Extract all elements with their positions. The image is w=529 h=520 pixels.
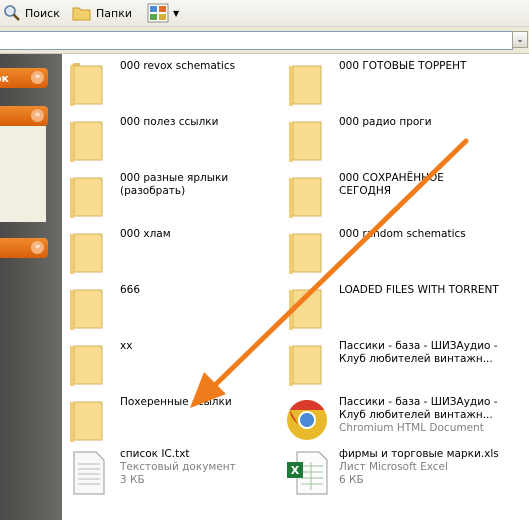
file-name: 000 revox schematics [120,60,236,72]
expand-chevron-icon[interactable]: » [31,241,44,254]
folder-item[interactable]: LOADED FILES WITH TORRENT [283,284,499,340]
task-section-panel [0,126,46,222]
file-name: LOADED FILES WITH TORRENT [339,284,499,296]
address-dropdown-button[interactable]: ⌄ [512,31,528,48]
file-name: список IC.txt [120,448,190,460]
file-type: Лист Microsoft Excel [339,461,448,473]
file-name: xx [120,340,133,352]
folder-icon [70,401,103,442]
file-name: 000 random schematics [339,228,466,240]
file-name: 666 [120,284,141,296]
file-name: 000 полез ссылки [120,116,219,128]
file-name: 000 разные ярлыки (разобрать) [120,172,229,197]
file-name: 000 ГОТОВЫЕ ТОРРЕНТ [339,60,467,72]
views-button[interactable]: ▼ [147,2,179,24]
folder-item[interactable]: 000 ГОТОВЫЕ ТОРРЕНТ [283,60,498,116]
folder-item[interactable]: 000 СОХРАНЁННОЕ СЕГОДНЯ [283,172,498,228]
folders-button[interactable]: Папки [72,2,132,24]
toolbar: Поиск Папки ▼ [0,0,529,27]
folder-icon [289,177,322,218]
collapse-chevron-icon[interactable]: « [31,109,44,122]
folder-item[interactable]: Похеренные ссылки [64,396,279,452]
task-pane: ок » « » [0,54,62,520]
task-section-label: ок [0,71,10,85]
excel-document-icon: X [287,451,328,495]
text-document-icon [73,451,105,495]
html-file-item[interactable]: Пассики - база - ШИЗАудио - Клуб любител… [283,396,498,452]
svg-text:X: X [291,464,300,477]
address-field[interactable] [0,31,513,50]
folder-icon [70,177,103,218]
file-name: 000 хлам [120,228,171,240]
expand-chevron-icon[interactable]: » [31,71,44,84]
search-button[interactable]: Поиск [3,2,60,24]
search-label: Поиск [25,6,60,20]
folder-icon [70,63,103,106]
file-type: Chromium HTML Document [339,422,484,434]
chevron-down-icon: ⌄ [516,34,524,45]
file-name: 000 радио проги [339,116,432,128]
text-file-item[interactable]: список IC.txt Текстовый документ 3 КБ [64,448,279,504]
file-type: Текстовый документ [120,461,236,473]
file-name: Пассики - база - ШИЗАудио - Клуб любител… [339,340,498,365]
folder-icon [70,121,103,162]
folder-item[interactable]: 666 [64,284,279,340]
folder-icon [70,345,103,386]
folder-item[interactable]: 000 хлам [64,228,279,284]
folder-icon [70,289,103,330]
chevron-down-icon: ▼ [173,8,180,18]
folder-item[interactable]: 000 полез ссылки [64,116,279,172]
task-section-header-1[interactable]: ок » [0,68,48,88]
folders-icon [72,7,91,21]
file-name: Похеренные ссылки [120,396,232,408]
folder-item[interactable]: 000 revox schematics [64,60,279,116]
folder-icon [289,65,322,106]
folder-item[interactable]: 000 разные ярлыки (разобрать) [64,172,279,228]
folder-icon [70,233,103,274]
file-size: 6 КБ [339,474,364,486]
folder-item[interactable]: Пассики - база - ШИЗАудио - Клуб любител… [283,340,498,396]
task-section-header-2[interactable]: « [0,106,48,126]
folder-item[interactable]: xx [64,340,279,396]
file-name: 000 СОХРАНЁННОЕ СЕГОДНЯ [339,172,444,197]
address-bar: ⌄ [0,27,529,54]
file-name: Пассики - база - ШИЗАудио - Клуб любител… [339,396,498,421]
views-icon [147,3,169,23]
folder-item[interactable]: 000 random schematics [283,228,498,284]
folder-item[interactable]: 000 радио проги [283,116,498,172]
folder-icon [289,345,322,386]
chromium-icon [287,400,327,440]
folder-icon [289,289,322,330]
folder-icon [289,121,322,162]
task-section-header-3[interactable]: » [0,238,48,258]
file-name: фирмы и торговые марки.xls [339,448,499,460]
excel-file-item[interactable]: X фирмы и торговые марки.xls Лист Micros… [283,448,499,504]
folder-icon [289,233,322,274]
search-icon [4,5,20,21]
folders-label: Папки [96,6,132,20]
file-list: 000 revox schematics 000 полез ссылки 00… [62,54,529,520]
file-size: 3 КБ [120,474,145,486]
